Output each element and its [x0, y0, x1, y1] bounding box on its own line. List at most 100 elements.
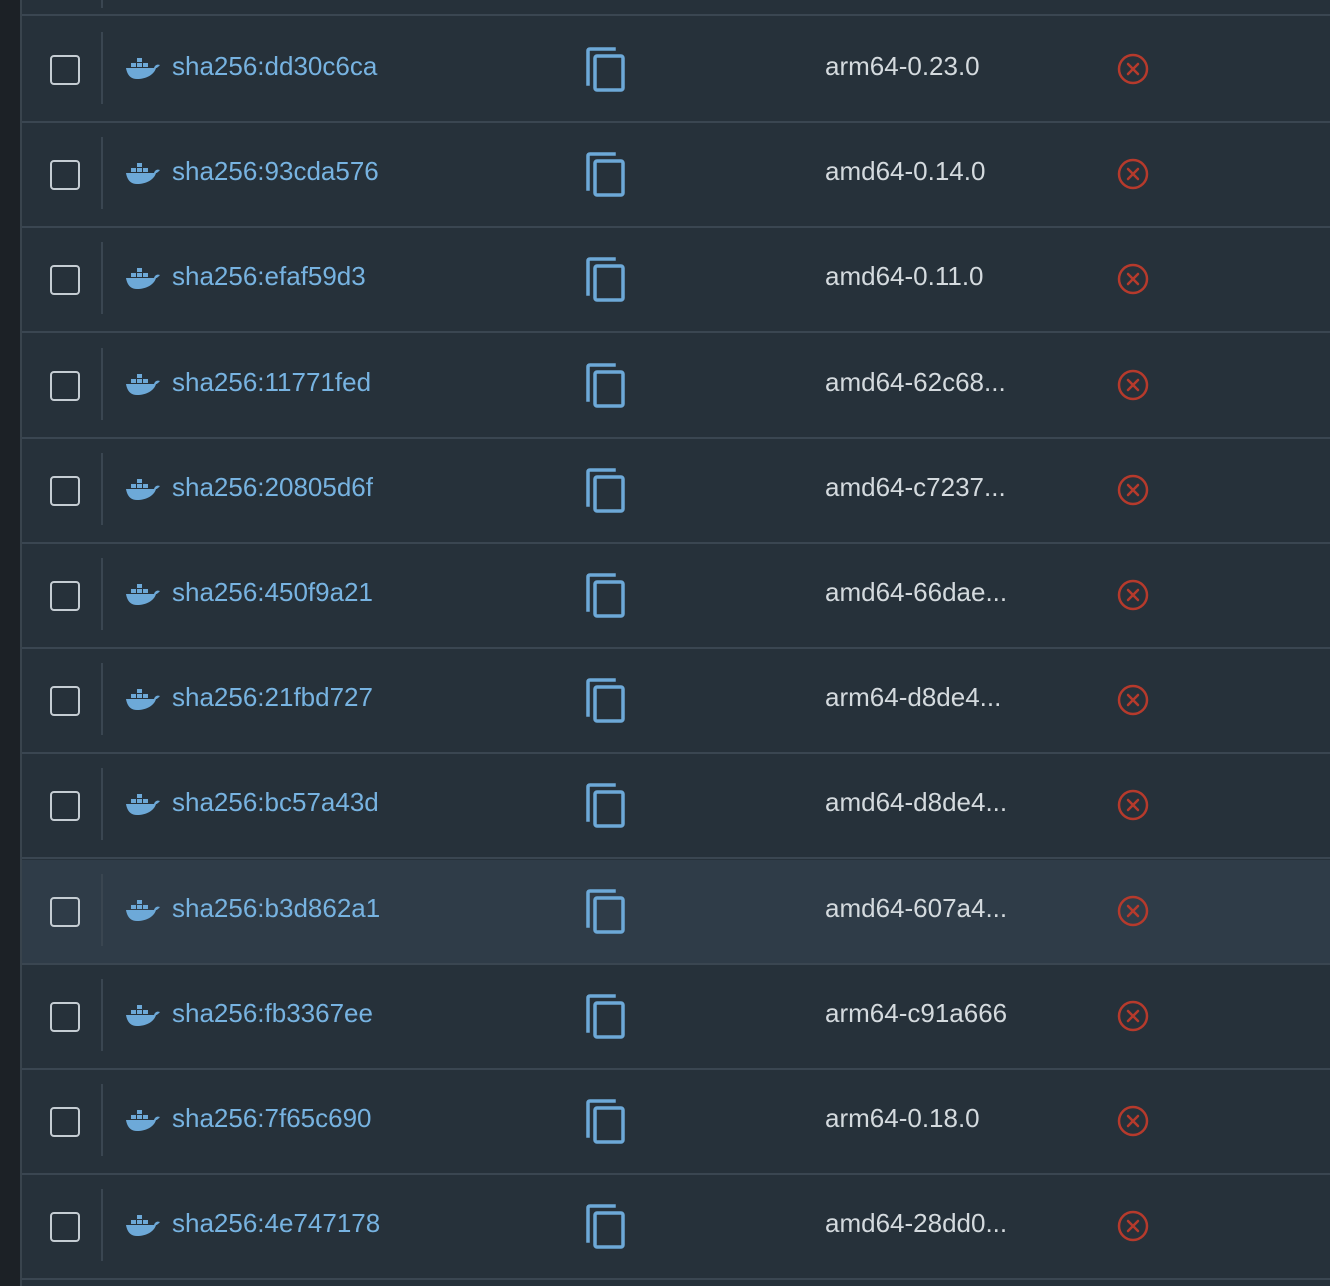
table-row[interactable]: sha256:bc57a43d amd64-d8de4... — [22, 754, 1330, 860]
image-tag: arm64-0.18.0 — [825, 1103, 980, 1133]
copy-icon[interactable] — [584, 677, 628, 725]
row-checkbox[interactable] — [50, 1107, 80, 1137]
row-checkbox[interactable] — [50, 160, 80, 191]
column-divider — [101, 663, 103, 736]
table-row[interactable]: sha256:dd30c6ca arm64-0.23.0 — [22, 18, 1330, 123]
image-tag: amd64-0.11.0 — [825, 261, 984, 292]
delete-circle-x-icon[interactable] — [1116, 578, 1150, 612]
row-checkbox[interactable] — [50, 896, 80, 927]
delete-circle-x-icon[interactable] — [1116, 683, 1150, 717]
column-divider — [101, 978, 103, 1051]
image-digest-link[interactable]: sha256:20805d6f — [172, 472, 373, 502]
image-digest-link[interactable]: sha256:11771fed — [172, 367, 371, 397]
docker-whale-icon — [126, 794, 160, 816]
copy-icon[interactable] — [584, 993, 628, 1041]
column-divider — [101, 558, 103, 630]
delete-circle-x-icon[interactable] — [1116, 473, 1150, 507]
column-divider — [101, 1189, 103, 1262]
copy-icon[interactable] — [584, 572, 628, 620]
copy-icon[interactable] — [584, 1203, 628, 1251]
docker-whale-icon — [126, 1215, 160, 1237]
image-digest-link[interactable]: sha256:7f65c690 — [172, 1103, 372, 1133]
column-divider — [101, 873, 103, 946]
column-divider — [101, 242, 103, 315]
copy-icon[interactable] — [584, 362, 628, 410]
copy-icon[interactable] — [584, 256, 628, 304]
row-checkbox[interactable] — [50, 581, 80, 611]
table-row[interactable]: sha256:93cda576 amd64-0.14.0 — [22, 123, 1330, 229]
row-checkbox[interactable] — [50, 1001, 80, 1032]
row-checkbox[interactable] — [50, 475, 80, 506]
column-divider — [101, 768, 103, 841]
docker-whale-icon — [126, 478, 160, 500]
image-digest-link[interactable]: sha256:b3d862a1 — [172, 893, 380, 923]
table-row[interactable]: sha256:21fbd727 arm64-d8de4... — [22, 649, 1330, 755]
delete-circle-x-icon[interactable] — [1116, 1209, 1150, 1243]
delete-circle-x-icon[interactable] — [1116, 999, 1150, 1033]
table-row[interactable]: sha256:efaf59d3 amd64-0.11.0 — [22, 228, 1330, 334]
row-checkbox[interactable] — [50, 791, 80, 822]
column-divider — [101, 32, 103, 104]
column-divider — [101, 137, 103, 210]
delete-circle-x-icon[interactable] — [1116, 262, 1150, 296]
docker-whale-icon — [126, 689, 160, 711]
copy-icon[interactable] — [584, 151, 628, 199]
docker-whale-icon — [126, 58, 160, 79]
delete-circle-x-icon[interactable] — [1116, 52, 1150, 86]
images-table-view: sha256:dd30c6ca arm64-0.23.0 sha256:93cd… — [0, 0, 1330, 1286]
delete-circle-x-icon[interactable] — [1116, 368, 1150, 402]
column-divider — [101, 1084, 103, 1156]
delete-circle-x-icon[interactable] — [1116, 788, 1150, 822]
copy-icon[interactable] — [584, 46, 628, 94]
row-checkbox[interactable] — [50, 1212, 80, 1243]
delete-circle-x-icon[interactable] — [1116, 157, 1150, 191]
image-digest-link[interactable]: sha256:4e747178 — [172, 1208, 380, 1238]
table-row[interactable]: sha256:20805d6f amd64-c7237... — [22, 438, 1330, 544]
table-row[interactable]: sha256:fb3367ee arm64-c91a666 — [22, 964, 1330, 1070]
image-tag: arm64-c91a666 — [825, 997, 1008, 1028]
image-digest-link[interactable]: sha256:450f9a21 — [172, 577, 373, 607]
image-digest-link[interactable]: sha256:21fbd727 — [172, 682, 373, 712]
image-tag: amd64-28dd0... — [825, 1208, 1008, 1239]
image-digest-table: sha256:dd30c6ca arm64-0.23.0 sha256:93cd… — [22, 0, 1330, 1286]
image-tag: amd64-0.14.0 — [825, 156, 986, 187]
docker-whale-icon — [126, 373, 160, 395]
image-digest-link[interactable]: sha256:93cda576 — [172, 156, 379, 186]
docker-whale-icon — [126, 163, 160, 185]
image-digest-link[interactable]: sha256:efaf59d3 — [172, 261, 366, 291]
column-divider — [101, 0, 103, 8]
image-tag: arm64-d8de4... — [825, 682, 1002, 713]
docker-whale-icon — [126, 584, 160, 605]
left-rail — [0, 0, 22, 1286]
copy-icon[interactable] — [584, 888, 628, 936]
image-tag: amd64-c7237... — [825, 471, 1006, 502]
row-checkbox[interactable] — [50, 55, 80, 85]
copy-icon[interactable] — [584, 467, 628, 515]
docker-whale-icon — [126, 1110, 160, 1131]
table-row[interactable]: sha256:11771fed amd64-62c68... — [22, 333, 1330, 439]
image-digest-link[interactable]: sha256:fb3367ee — [172, 998, 373, 1028]
image-tag: amd64-607a4... — [825, 892, 1008, 923]
docker-whale-icon — [126, 899, 160, 921]
image-digest-link[interactable]: sha256:bc57a43d — [172, 787, 379, 817]
column-divider — [101, 452, 103, 525]
column-divider — [101, 347, 103, 420]
row-checkbox[interactable] — [50, 265, 80, 296]
docker-whale-icon — [126, 268, 160, 290]
delete-circle-x-icon[interactable] — [1116, 1104, 1150, 1138]
row-checkbox[interactable] — [50, 686, 80, 717]
table-row[interactable]: sha256:4e747178 amd64-28dd0... — [22, 1175, 1330, 1281]
row-checkbox[interactable] — [50, 370, 80, 401]
image-tag: arm64-0.23.0 — [825, 51, 980, 81]
image-tag: amd64-62c68... — [825, 366, 1006, 397]
table-row[interactable]: sha256:450f9a21 amd64-66dae... — [22, 544, 1330, 649]
table-row[interactable]: sha256:7f65c690 arm64-0.18.0 — [22, 1070, 1330, 1175]
docker-whale-icon — [126, 1004, 160, 1026]
image-digest-link[interactable]: sha256:dd30c6ca — [172, 51, 377, 81]
copy-icon[interactable] — [584, 1098, 628, 1146]
image-tag: amd64-d8de4... — [825, 787, 1008, 818]
delete-circle-x-icon[interactable] — [1116, 894, 1150, 928]
image-tag: amd64-66dae... — [825, 577, 1008, 607]
table-row[interactable]: sha256:b3d862a1 amd64-607a4... — [22, 859, 1330, 965]
copy-icon[interactable] — [584, 782, 628, 830]
